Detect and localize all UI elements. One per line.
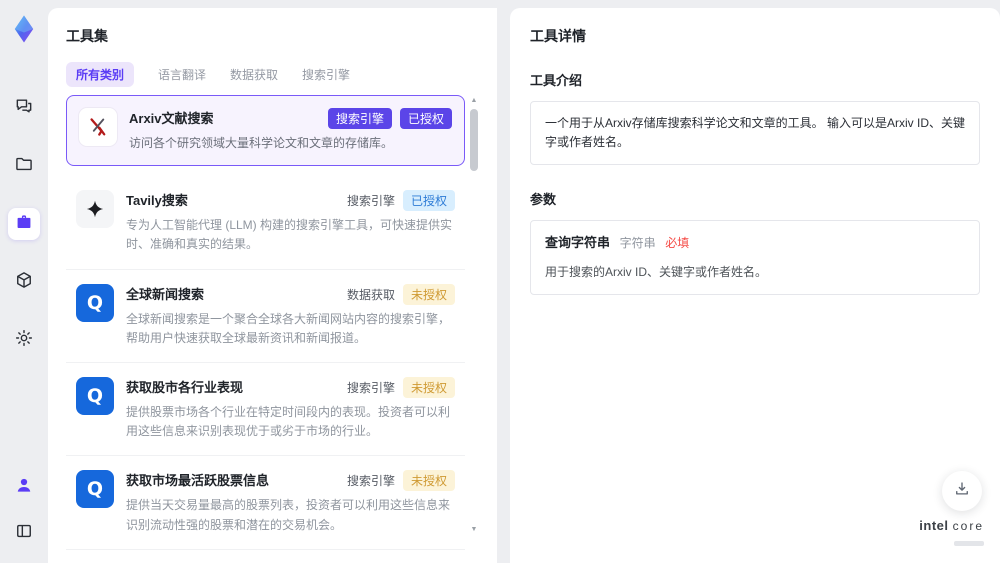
tool-auth-badge: 未授权 — [402, 470, 455, 492]
download-button[interactable] — [942, 471, 982, 511]
tool-name: 全球新闻搜索 — [126, 286, 205, 302]
sidebar-item-account[interactable] — [8, 471, 40, 503]
tab-search-engine[interactable]: 搜索引擎 — [302, 62, 350, 87]
arxiv-x-icon — [79, 108, 117, 146]
scrollbar-down-arrow[interactable]: ▼ — [469, 526, 479, 533]
tool-card-arxiv[interactable]: Arxiv文献搜索 搜索引擎 已授权 访问各个研究领域大量科学论文和文章的存储库… — [66, 95, 465, 167]
param-name: 查询字符串 — [545, 235, 611, 251]
chat-icon — [14, 96, 34, 121]
tool-card-global-news[interactable]: Q 全球新闻搜索 数据获取 未授权 全球新闻搜索是一个聚合全球各大新闻网站内容的… — [66, 269, 465, 363]
tool-card-regional-news[interactable]: 万维地区新闻查询 搜索引擎 未授权 查询具体行政区划内的新闻，快速了解各地新闻动 — [66, 549, 465, 557]
q-news-icon: Q — [76, 376, 114, 415]
list-scrollbar: ▲ ▼ — [469, 95, 479, 557]
tool-name: Tavily搜索 — [126, 193, 188, 209]
user-icon — [14, 475, 34, 500]
q-news-icon: Q — [76, 470, 114, 509]
tool-description: 提供当天交易量最高的股票列表，投资者可以利用这些信息来识别流动性强的股票和潜在的… — [126, 498, 451, 532]
tool-name: Arxiv文献搜索 — [129, 111, 214, 126]
tool-description: 提供股票市场各个行业在特定时间段内的表现。投资者可以利用这些信息来识别表现优于或… — [126, 404, 451, 439]
brand-ultra-mark — [954, 541, 984, 546]
page-title: 工具集 — [66, 28, 108, 44]
param-description: 用于搜索的Arxiv ID、关键字或作者姓名。 — [545, 265, 768, 280]
sidebar-item-packages[interactable] — [8, 266, 40, 298]
brand-core-text: core — [952, 519, 984, 533]
tool-card-tavily[interactable]: Tavily搜索 搜索引擎 已授权 专为人工智能代理 (LLM) 构建的搜索引擎… — [66, 176, 465, 270]
tool-category-label: 搜索引擎 — [346, 380, 395, 395]
tool-auth-badge: 未授权 — [402, 283, 455, 305]
scrollbar-thumb[interactable] — [470, 109, 478, 171]
panel-toggle-icon — [14, 521, 34, 546]
download-icon — [953, 480, 971, 503]
tool-category-label: 搜索引擎 — [346, 194, 395, 209]
tool-description: 访问各个研究领域大量科学论文和文章的存储库。 — [129, 136, 394, 150]
tool-description: 专为人工智能代理 (LLM) 构建的搜索引擎工具，可快速提供实时、准确和真实的结… — [126, 218, 453, 252]
tool-category-label: 数据获取 — [346, 287, 395, 302]
sidebar-item-collapse[interactable] — [8, 517, 40, 549]
tool-category-label: 搜索引擎 — [346, 474, 395, 489]
param-type: 字符串 — [619, 236, 656, 251]
intel-core-logo: intel core — [919, 518, 984, 551]
package-icon — [14, 270, 34, 295]
intro-box: 一个用于从Arxiv存储库搜索科学论文和文章的工具。 输入可以是Arxiv ID… — [530, 101, 980, 166]
tool-auth-badge: 已授权 — [402, 190, 455, 212]
tool-name: 获取股市各行业表现 — [126, 379, 244, 395]
intro-text: 一个用于从Arxiv存储库搜索科学论文和文章的工具。 输入可以是Arxiv ID… — [545, 116, 966, 150]
left-rail — [0, 0, 48, 563]
tool-card-most-active-stocks[interactable]: Q 获取市场最活跃股票信息 搜索引擎 未授权 提供当天交易量最高的股票列表，投资… — [66, 456, 465, 550]
tab-data-fetching[interactable]: 数据获取 — [230, 62, 278, 87]
settings-icon — [14, 328, 34, 353]
toolbox-icon — [14, 212, 34, 237]
param-required-flag: 必填 — [665, 236, 690, 251]
tool-auth-badge: 已授权 — [399, 108, 452, 129]
sidebar-item-chat[interactable] — [8, 92, 40, 124]
app-logo — [7, 12, 41, 46]
tool-name: 获取市场最活跃股票信息 — [126, 473, 270, 489]
sidebar-item-settings[interactable] — [8, 324, 40, 356]
params-section-title: 参数 — [530, 192, 557, 208]
tab-language-translation[interactable]: 语言翻译 — [158, 62, 206, 87]
tool-description: 全球新闻搜索是一个聚合全球各大新闻网站内容的搜索引擎，帮助用户快速获取全球最新资… — [126, 311, 451, 345]
brand-intel-text: intel — [919, 518, 949, 533]
tool-details-panel: 工具详情 工具介绍 一个用于从Arxiv存储库搜索科学论文和文章的工具。 输入可… — [510, 8, 1000, 563]
folder-icon — [14, 154, 34, 179]
tools-panel: 工具集 所有类别 语言翻译 数据获取 搜索引擎 Arxiv文献搜索 搜索引擎 已… — [48, 8, 497, 563]
tool-card-sector-performance[interactable]: Q 获取股市各行业表现 搜索引擎 未授权 提供股票市场各个行业在特定时间段内的表… — [66, 362, 465, 457]
q-news-icon: Q — [76, 283, 114, 322]
intro-section-title: 工具介绍 — [530, 73, 583, 88]
tool-auth-badge: 未授权 — [402, 376, 455, 398]
sidebar-item-files[interactable] — [8, 150, 40, 182]
sidebar-item-tools[interactable] — [8, 208, 40, 240]
tool-list: Arxiv文献搜索 搜索引擎 已授权 访问各个研究领域大量科学论文和文章的存储库… — [66, 95, 479, 557]
details-title: 工具详情 — [530, 28, 586, 44]
tool-category-badge: 搜索引擎 — [327, 108, 392, 129]
category-tabs: 所有类别 语言翻译 数据获取 搜索引擎 — [66, 62, 479, 87]
scrollbar-up-arrow[interactable]: ▲ — [469, 97, 479, 104]
param-box: 查询字符串 字符串 必填 用于搜索的Arxiv ID、关键字或作者姓名。 — [530, 220, 980, 296]
tavily-sparkle-icon — [76, 190, 114, 229]
tab-all-categories[interactable]: 所有类别 — [66, 62, 135, 87]
